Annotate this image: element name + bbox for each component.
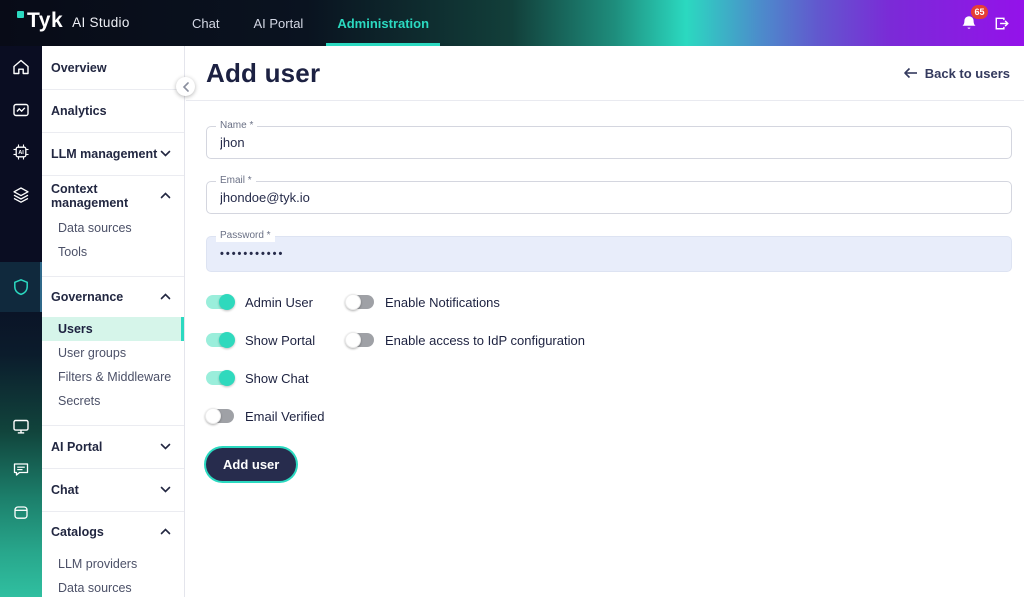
active-tab-underline bbox=[326, 43, 441, 46]
sidebar-item-users[interactable]: Users bbox=[42, 317, 184, 341]
password-input[interactable] bbox=[207, 237, 1011, 271]
show-chat-switch[interactable] bbox=[206, 370, 235, 386]
toggle-enable-notifications[interactable]: Enable Notifications bbox=[345, 294, 826, 310]
password-field[interactable]: Password * bbox=[206, 230, 1012, 272]
tab-ai-portal[interactable]: AI Portal bbox=[251, 0, 305, 46]
product-name: AI Studio bbox=[72, 15, 130, 30]
toggle-admin-user[interactable]: Admin User bbox=[206, 294, 346, 310]
chevron-down-icon bbox=[160, 150, 171, 157]
sidebar-group-governance: Governance Users User groups Filters & M… bbox=[42, 276, 184, 425]
toggle-grid: Admin User Enable Notifications Show Por… bbox=[205, 294, 826, 424]
shield-icon[interactable] bbox=[11, 277, 31, 297]
sidebar-item-tools[interactable]: Tools bbox=[42, 240, 184, 264]
home-icon[interactable] bbox=[11, 57, 31, 77]
sidebar-item-data-sources-catalog[interactable]: Data sources bbox=[42, 576, 184, 597]
monitor-icon[interactable] bbox=[11, 416, 31, 436]
page-header: Add user Back to users bbox=[186, 46, 1024, 101]
grid-spacer bbox=[346, 370, 826, 386]
add-user-button[interactable]: Add user bbox=[206, 448, 297, 481]
sidebar-item-chat[interactable]: Chat bbox=[42, 468, 184, 511]
email-input[interactable] bbox=[207, 182, 1011, 213]
name-field[interactable]: Name * bbox=[206, 120, 1012, 159]
sidebar-item-user-groups[interactable]: User groups bbox=[42, 341, 184, 365]
switch-knob bbox=[219, 294, 235, 310]
toggle-label: Email Verified bbox=[245, 408, 325, 424]
add-user-form: Name * Email * Password * Admin User Ena… bbox=[186, 101, 1024, 597]
sidebar-collapse-button[interactable] bbox=[176, 77, 195, 96]
toggle-show-chat[interactable]: Show Chat bbox=[206, 370, 346, 386]
chevron-up-icon bbox=[160, 528, 171, 535]
switch-knob bbox=[219, 370, 235, 386]
chat-bubble-icon[interactable] bbox=[11, 459, 31, 479]
top-nav-tabs: Chat AI Portal Administration bbox=[190, 0, 441, 46]
app-window: Tyk AI Studio Chat AI Portal Administrat… bbox=[0, 0, 1024, 597]
sidebar-item-filters-middleware[interactable]: Filters & Middleware bbox=[42, 365, 184, 389]
analytics-icon[interactable] bbox=[11, 100, 31, 120]
chevron-down-icon bbox=[160, 443, 171, 450]
toggle-label: Show Portal bbox=[245, 332, 316, 348]
sidebar-item-context-management[interactable]: Context management bbox=[42, 176, 184, 216]
ai-chip-icon[interactable]: AI bbox=[11, 142, 31, 162]
tyk-logo-square-icon bbox=[17, 11, 24, 18]
email-verified-switch[interactable] bbox=[205, 408, 234, 424]
sidebar-item-overview[interactable]: Overview bbox=[42, 46, 184, 89]
sidebar-group-catalogs: Catalogs LLM providers Data sources Tool… bbox=[42, 511, 184, 597]
sidebar-item-analytics[interactable]: Analytics bbox=[42, 89, 184, 132]
sidebar-item-secrets[interactable]: Secrets bbox=[42, 389, 184, 413]
toggle-label: Admin User bbox=[245, 294, 313, 310]
switch-knob bbox=[219, 332, 235, 348]
switch-knob bbox=[345, 294, 361, 310]
chevron-up-icon bbox=[160, 192, 171, 199]
switch-knob bbox=[345, 332, 361, 348]
toggle-idp-configuration[interactable]: Enable access to IdP configuration bbox=[345, 332, 826, 348]
tab-administration[interactable]: Administration bbox=[326, 0, 441, 46]
top-bar: Tyk AI Studio Chat AI Portal Administrat… bbox=[0, 0, 1024, 46]
idp-configuration-switch[interactable] bbox=[345, 332, 374, 348]
chevron-up-icon bbox=[160, 293, 171, 300]
grid-spacer bbox=[346, 408, 826, 424]
sidebar-item-llm-management[interactable]: LLM management bbox=[42, 132, 184, 175]
switch-knob bbox=[205, 408, 221, 424]
show-portal-switch[interactable] bbox=[206, 332, 235, 348]
toggle-show-portal[interactable]: Show Portal bbox=[206, 332, 346, 348]
toggle-label: Enable Notifications bbox=[385, 294, 500, 310]
sidebar-group-context-management: Context management Data sources Tools bbox=[42, 175, 184, 276]
toggle-email-verified[interactable]: Email Verified bbox=[205, 408, 346, 424]
arrow-left-icon bbox=[903, 67, 917, 79]
tyk-brand-text: Tyk bbox=[17, 9, 63, 33]
sidebar-item-ai-portal[interactable]: AI Portal bbox=[42, 425, 184, 468]
svg-text:AI: AI bbox=[18, 150, 24, 156]
sidebar-item-catalogs[interactable]: Catalogs bbox=[42, 512, 184, 552]
logout-icon[interactable] bbox=[992, 14, 1011, 33]
notifications-bell-button[interactable]: 65 bbox=[959, 5, 988, 33]
sidebar-nav: Overview Analytics LLM management Contex… bbox=[42, 46, 185, 597]
sidebar-item-governance[interactable]: Governance bbox=[42, 277, 184, 317]
notification-count-badge: 65 bbox=[971, 5, 988, 19]
email-field[interactable]: Email * bbox=[206, 175, 1012, 214]
sidebar-item-llm-providers[interactable]: LLM providers bbox=[42, 552, 184, 576]
page-title: Add user bbox=[206, 57, 321, 88]
back-to-users-link[interactable]: Back to users bbox=[903, 66, 1010, 81]
admin-user-switch[interactable] bbox=[206, 294, 235, 310]
topbar-actions: 65 bbox=[959, 0, 1011, 46]
layers-icon[interactable] bbox=[11, 185, 31, 205]
sidebar-item-data-sources[interactable]: Data sources bbox=[42, 216, 184, 240]
tab-chat[interactable]: Chat bbox=[190, 0, 221, 46]
icon-rail: AI bbox=[0, 46, 42, 597]
name-input[interactable] bbox=[207, 127, 1011, 158]
toggle-label: Show Chat bbox=[245, 370, 309, 386]
chevron-left-icon bbox=[182, 81, 189, 92]
box-icon[interactable] bbox=[11, 502, 31, 522]
chevron-down-icon bbox=[160, 486, 171, 493]
tyk-logo: Tyk AI Studio bbox=[17, 9, 130, 33]
enable-notifications-switch[interactable] bbox=[345, 294, 374, 310]
toggle-label: Enable access to IdP configuration bbox=[385, 332, 585, 348]
